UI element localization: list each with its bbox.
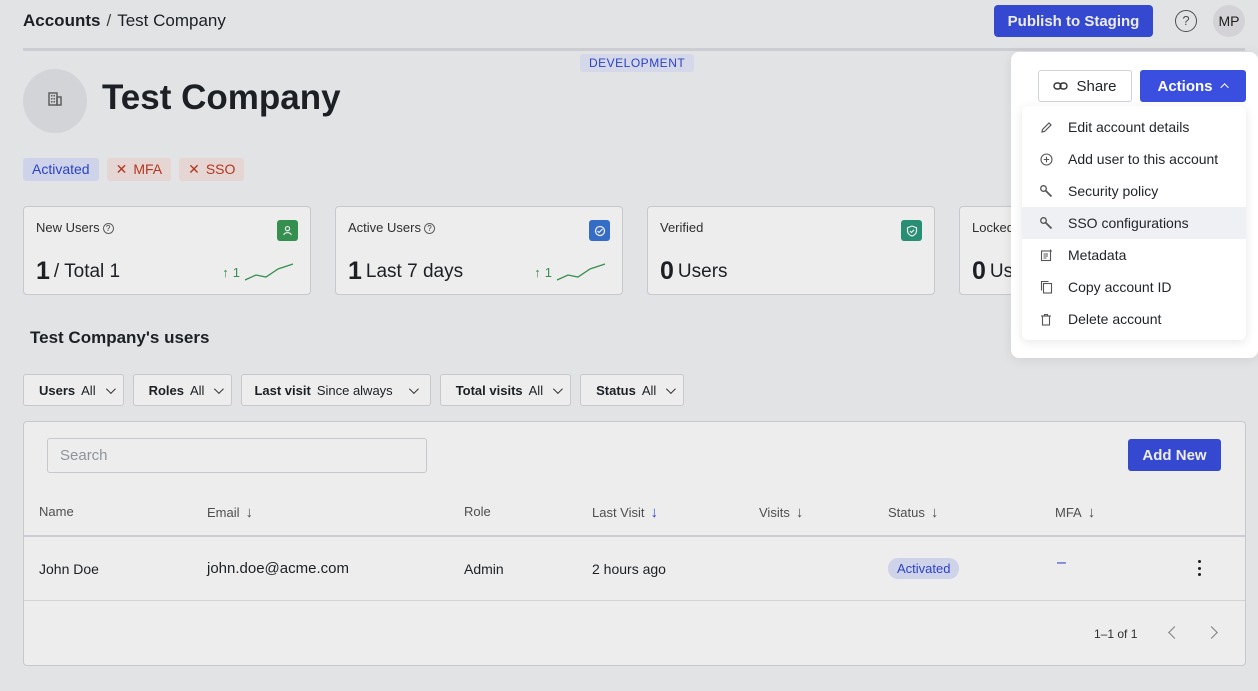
trash-icon xyxy=(1039,312,1053,326)
copy-icon xyxy=(1039,280,1053,294)
actions-popover: Share Actions Edit account details Add u… xyxy=(1011,52,1258,358)
menu-item-label: Copy account ID xyxy=(1068,279,1172,295)
menu-item-label: SSO configurations xyxy=(1068,215,1189,231)
menu-item-label: Security policy xyxy=(1068,183,1159,199)
share-label: Share xyxy=(1076,77,1117,95)
menu-item-label: Delete account xyxy=(1068,311,1162,327)
metadata-icon xyxy=(1039,248,1053,262)
menu-item-security-policy[interactable]: Security policy xyxy=(1022,175,1246,207)
actions-menu: Edit account details Add user to this ac… xyxy=(1022,106,1246,340)
wrench-icon xyxy=(1039,184,1053,198)
pencil-icon xyxy=(1039,120,1053,134)
share-button[interactable]: Share xyxy=(1038,70,1132,102)
chevron-up-icon xyxy=(1219,83,1229,92)
menu-item-sso-configurations[interactable]: SSO configurations xyxy=(1022,207,1246,239)
actions-label: Actions xyxy=(1157,77,1213,95)
menu-item-copy-account-id[interactable]: Copy account ID xyxy=(1022,271,1246,303)
plus-circle-icon xyxy=(1039,152,1053,166)
menu-item-edit-account[interactable]: Edit account details xyxy=(1022,111,1246,143)
menu-item-label: Metadata xyxy=(1068,247,1127,263)
actions-button[interactable]: Actions xyxy=(1140,70,1246,102)
menu-item-add-user[interactable]: Add user to this account xyxy=(1022,143,1246,175)
wrench-icon xyxy=(1039,216,1053,230)
link-icon xyxy=(1053,78,1069,95)
menu-item-delete-account[interactable]: Delete account xyxy=(1022,303,1246,335)
menu-item-metadata[interactable]: Metadata xyxy=(1022,239,1246,271)
menu-item-label: Edit account details xyxy=(1068,119,1190,135)
menu-item-label: Add user to this account xyxy=(1068,151,1219,167)
